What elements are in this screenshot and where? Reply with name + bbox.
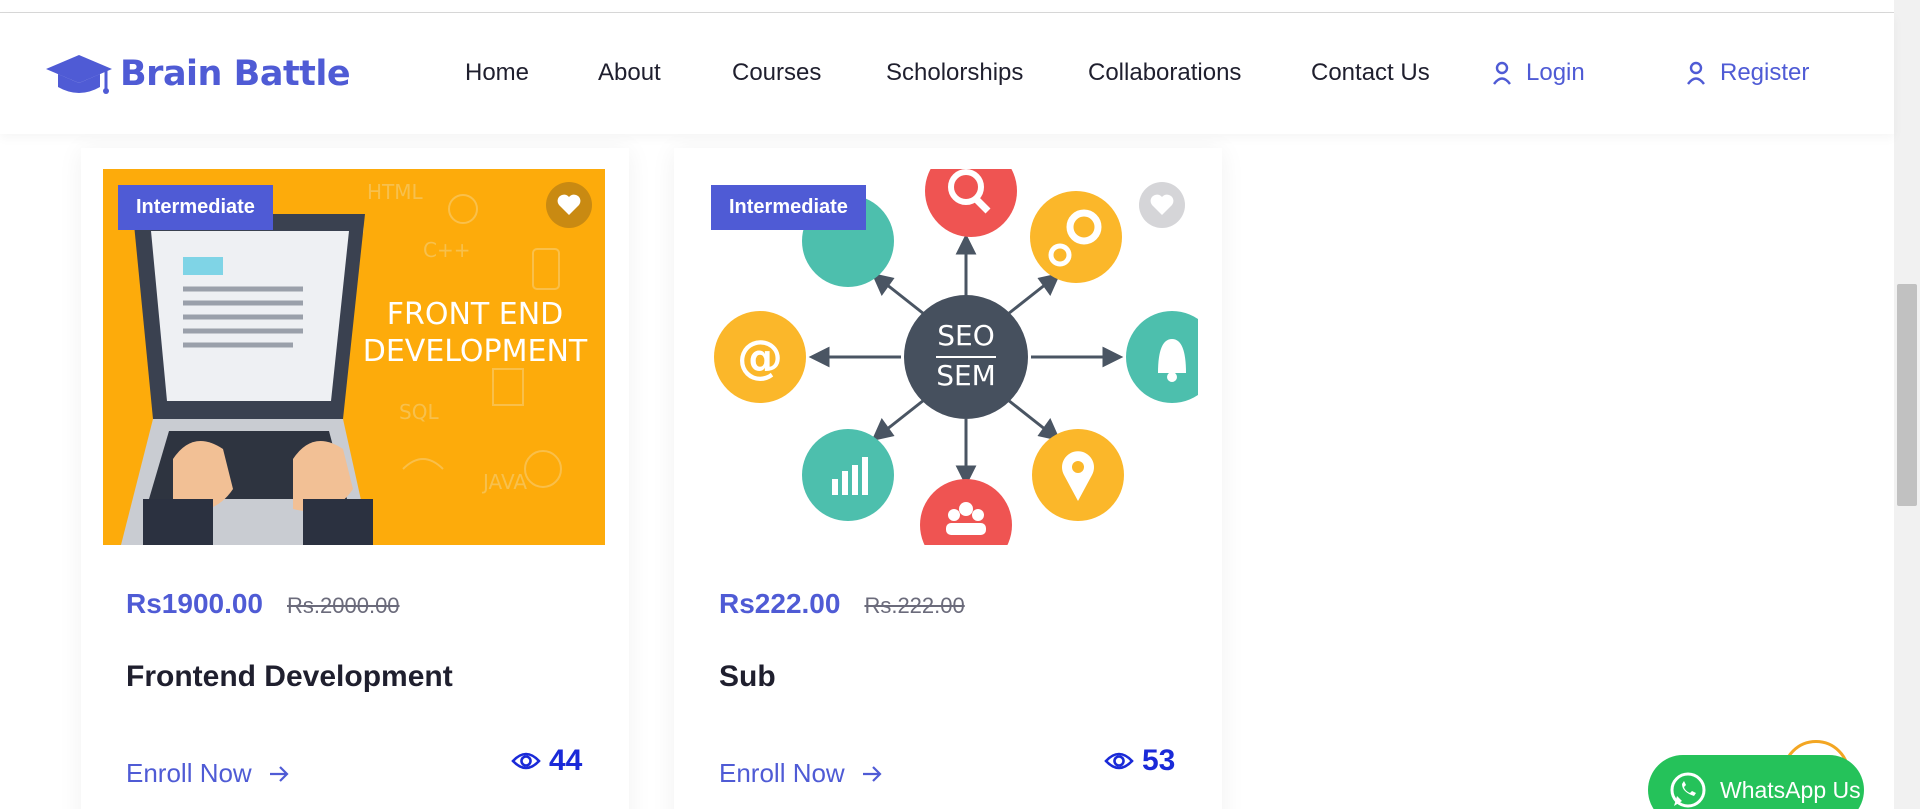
whatsapp-label: WhatsApp Us [1720,776,1861,803]
site-header: Brain Battle Home About Courses Scholors… [0,13,1894,134]
scrollbar-thumb[interactable] [1897,284,1917,506]
nav-courses[interactable]: Courses [732,59,821,87]
course-card: HTML C++ SQL JAVA FRONT END DEVELOPMENT [81,148,629,809]
price-current: Rs1900.00 [126,588,264,619]
graduation-cap-icon [46,55,112,94]
nav-about[interactable]: About [598,59,661,87]
price-original: Rs.2000.00 [287,593,400,618]
view-count: 44 [511,744,582,778]
register-label: Register [1720,59,1810,86]
login-label: Login [1526,59,1585,86]
level-badge: Intermediate [118,185,273,230]
heart-icon [557,194,581,215]
course-title[interactable]: Frontend Development [126,660,453,694]
view-count-value: 44 [549,744,583,777]
user-icon [1493,61,1511,85]
svg-text:SQL: SQL [399,400,439,424]
nav-scholorships[interactable]: Scholorships [886,59,1023,87]
image-text-1: SEO [937,319,995,352]
enroll-now-link[interactable]: Enroll Now [126,758,290,789]
nav-collaborations[interactable]: Collaborations [1088,59,1241,87]
favorite-button[interactable] [546,182,592,228]
login-link[interactable]: Login [1492,59,1585,87]
whatsapp-icon [1670,772,1706,808]
register-link[interactable]: Register [1686,59,1809,87]
eye-icon [511,752,541,770]
price-original: Rs.222.00 [864,593,965,618]
heart-icon [1150,194,1174,215]
arrow-right-icon [862,765,882,782]
eye-icon [1104,752,1134,770]
arrow-right-icon [269,765,289,782]
course-card: SEO SEM @ Intermediate Rs222.00 Rs.222.0… [674,148,1222,809]
svg-text:JAVA: JAVA [481,470,527,494]
image-text-2: SEM [936,359,996,392]
nav-contact-us[interactable]: Contact Us [1311,59,1430,87]
vertical-scrollbar[interactable] [1894,0,1920,809]
logo[interactable]: Brain Battle [44,49,351,99]
price: Rs1900.00 Rs.2000.00 [126,588,400,620]
svg-text:@: @ [737,330,783,384]
image-text-2: DEVELOPMENT [363,334,588,369]
course-title[interactable]: Sub [719,660,776,694]
window-top-border [0,0,1894,13]
enroll-label: Enroll Now [719,758,845,788]
user-icon [1687,61,1705,85]
favorite-button[interactable] [1139,182,1185,228]
view-count-value: 53 [1142,744,1176,777]
view-count: 53 [1104,744,1175,778]
image-text-1: FRONT END [387,297,564,332]
logo-text: Brain Battle [120,54,351,94]
enroll-label: Enroll Now [126,758,252,788]
enroll-now-link[interactable]: Enroll Now [719,758,883,789]
price: Rs222.00 Rs.222.00 [719,588,965,620]
svg-text:C++: C++ [423,238,470,262]
level-badge: Intermediate [711,185,866,230]
price-current: Rs222.00 [719,588,841,619]
nav-home[interactable]: Home [465,59,529,87]
whatsapp-button[interactable]: WhatsApp Us [1648,755,1864,809]
svg-text:HTML: HTML [367,180,424,204]
